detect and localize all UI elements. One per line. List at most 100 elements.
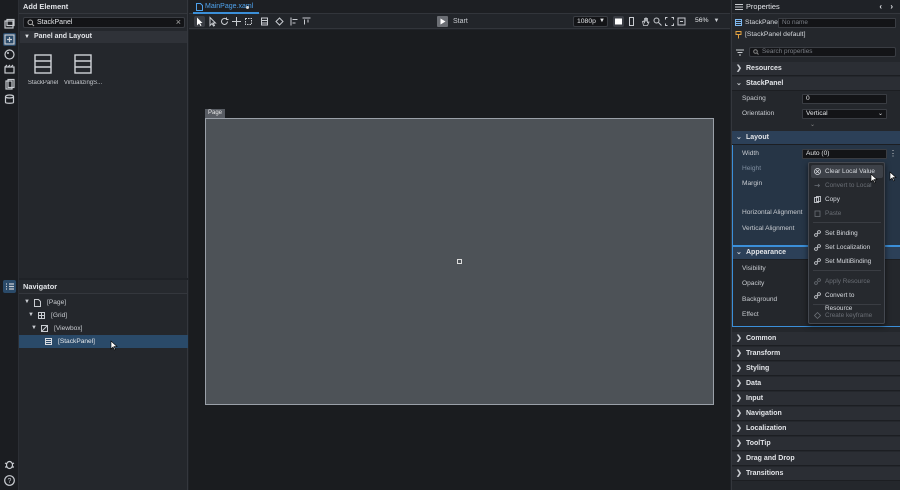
- section-label: Common: [746, 335, 777, 342]
- navigator-panel: Navigator ▼ [Page] ▼ [Grid] ▼ [Viewbox] …: [19, 280, 188, 490]
- desktop-view-icon[interactable]: [613, 16, 624, 27]
- section-label: Drag and Drop: [746, 455, 795, 462]
- group-panel-and-layout[interactable]: ▼ Panel and Layout: [20, 31, 187, 43]
- start-label: Start: [453, 18, 468, 25]
- pan-hand-icon[interactable]: [640, 16, 651, 27]
- style-row[interactable]: [StackPanel default]: [732, 28, 900, 42]
- help-icon[interactable]: ?: [3, 474, 16, 487]
- transform-tool-icon[interactable]: [243, 16, 254, 27]
- media-icon[interactable]: [3, 63, 16, 76]
- menu-copy[interactable]: Copy: [811, 193, 883, 206]
- property-context-menu: Clear Local Value Convert to Local Copy …: [808, 162, 885, 324]
- stackpanel-selection-handle[interactable]: [457, 259, 462, 264]
- menu-paste: Paste: [811, 207, 883, 220]
- tree-item-viewbox[interactable]: ▼ [Viewbox]: [19, 322, 188, 335]
- width-input[interactable]: Auto (0): [802, 149, 887, 159]
- menu-set-multibinding[interactable]: Set MultiBinding: [811, 255, 883, 268]
- forward-icon[interactable]: ›: [890, 0, 893, 14]
- element-name-input[interactable]: No name: [778, 18, 896, 28]
- tree-item-stackpanel[interactable]: [StackPanel]: [19, 335, 188, 348]
- menu-convert-to-resource[interactable]: Convert to Resource: [811, 289, 883, 312]
- section-tooltip[interactable]: ❯ ToolTip: [732, 437, 900, 451]
- property-search-input[interactable]: Search properties: [749, 47, 896, 57]
- design-canvas[interactable]: Page: [189, 30, 730, 490]
- grid-icon: [38, 312, 45, 319]
- menu-separator: [813, 222, 881, 223]
- section-layout[interactable]: ⌄ Layout: [732, 131, 900, 145]
- section-label: Resources: [746, 65, 782, 72]
- section-stackpanel[interactable]: ⌄ StackPanel: [732, 77, 900, 91]
- tile-virtualizingstackpanel[interactable]: VirtualizingS...: [61, 52, 105, 92]
- expand-arrow-icon[interactable]: ▼: [28, 309, 34, 322]
- prop-label: Vertical Alignment: [742, 225, 795, 232]
- rotate-tool-icon[interactable]: [219, 16, 230, 27]
- debug-icon[interactable]: [3, 458, 16, 471]
- files-icon[interactable]: [3, 78, 16, 91]
- assets-icon[interactable]: [3, 18, 16, 31]
- clear-search-icon[interactable]: ×: [176, 17, 181, 27]
- expand-arrow-icon[interactable]: ▼: [31, 322, 37, 335]
- section-common[interactable]: ❯ Common: [732, 332, 900, 346]
- paint-bucket-icon[interactable]: [274, 16, 285, 27]
- zoom-icon[interactable]: [652, 16, 663, 27]
- tree-label: [StackPanel]: [58, 338, 96, 345]
- section-label: Navigation: [746, 410, 782, 417]
- palette-icon[interactable]: [3, 48, 16, 61]
- prop-spacing: Spacing 0: [732, 92, 900, 106]
- section-transform[interactable]: ❯ Transform: [732, 347, 900, 361]
- fit-screen-icon[interactable]: [664, 16, 675, 27]
- more-options-icon[interactable]: ⋮: [889, 147, 897, 161]
- binding-icon: [814, 230, 821, 237]
- tree-label: [Viewbox]: [54, 325, 83, 332]
- multibinding-icon: [814, 258, 821, 265]
- search-value: StackPanel: [37, 19, 73, 26]
- prop-label: Opacity: [742, 280, 765, 287]
- expand-more-icon[interactable]: ⌄: [810, 121, 815, 128]
- tile-stackpanel[interactable]: StackPanel: [21, 52, 65, 92]
- section-navigation[interactable]: ❯ Navigation: [732, 407, 900, 421]
- section-styling[interactable]: ❯ Styling: [732, 362, 900, 376]
- stackpanel-icon: [34, 54, 52, 74]
- back-icon[interactable]: ‹: [879, 0, 882, 14]
- element-search-input[interactable]: StackPanel ×: [23, 17, 185, 28]
- align-top-icon[interactable]: [301, 16, 312, 27]
- tree-item-grid[interactable]: ▼ [Grid]: [19, 309, 188, 322]
- section-resources[interactable]: ❯ Resources: [732, 62, 900, 76]
- menu-set-binding[interactable]: Set Binding: [811, 227, 883, 240]
- section-data[interactable]: ❯ Data: [732, 377, 900, 391]
- section-localization[interactable]: ❯ Localization: [732, 422, 900, 436]
- orientation-select[interactable]: Vertical ⌄: [802, 109, 887, 119]
- menu-separator: [813, 270, 881, 271]
- zoom-dropdown-icon[interactable]: ▼: [711, 16, 722, 27]
- chevron-right-icon: ❯: [736, 410, 742, 417]
- menu-label: Apply Resource: [825, 278, 871, 285]
- page-surface[interactable]: [205, 118, 714, 405]
- select-tool-icon[interactable]: [194, 16, 205, 27]
- move-tool-icon[interactable]: [231, 16, 242, 27]
- section-input[interactable]: ❯ Input: [732, 392, 900, 406]
- convert-resource-icon: [814, 292, 821, 299]
- chevron-down-icon: ▼: [24, 34, 30, 40]
- prop-orientation: Orientation Vertical ⌄: [732, 107, 900, 121]
- zoom-level[interactable]: 56%: [692, 16, 710, 27]
- spacing-input[interactable]: 0: [802, 94, 887, 104]
- mobile-view-icon[interactable]: [626, 16, 637, 27]
- add-element-icon[interactable]: [3, 33, 16, 46]
- tab-mainpage[interactable]: MainPage.xaml: [193, 0, 259, 14]
- filter-icon[interactable]: [736, 49, 744, 56]
- tree-item-page[interactable]: ▼ [Page]: [19, 296, 188, 309]
- section-transitions[interactable]: ❯ Transitions: [732, 467, 900, 481]
- chevron-right-icon: ❯: [736, 455, 742, 462]
- actual-size-icon[interactable]: [676, 16, 687, 27]
- section-drag-and-drop[interactable]: ❯ Drag and Drop: [732, 452, 900, 466]
- navigator-icon[interactable]: [3, 280, 16, 293]
- unsaved-dot-icon: [246, 6, 249, 9]
- menu-set-localization[interactable]: Set Localization: [811, 241, 883, 254]
- expand-arrow-icon[interactable]: ▼: [24, 296, 30, 309]
- grid-layout-icon[interactable]: [259, 16, 270, 27]
- data-icon[interactable]: [3, 93, 16, 106]
- section-label: Transform: [746, 350, 781, 357]
- direct-select-icon[interactable]: [207, 16, 218, 27]
- align-left-icon[interactable]: [289, 16, 300, 27]
- resolution-select[interactable]: 1080p ▼: [573, 16, 608, 27]
